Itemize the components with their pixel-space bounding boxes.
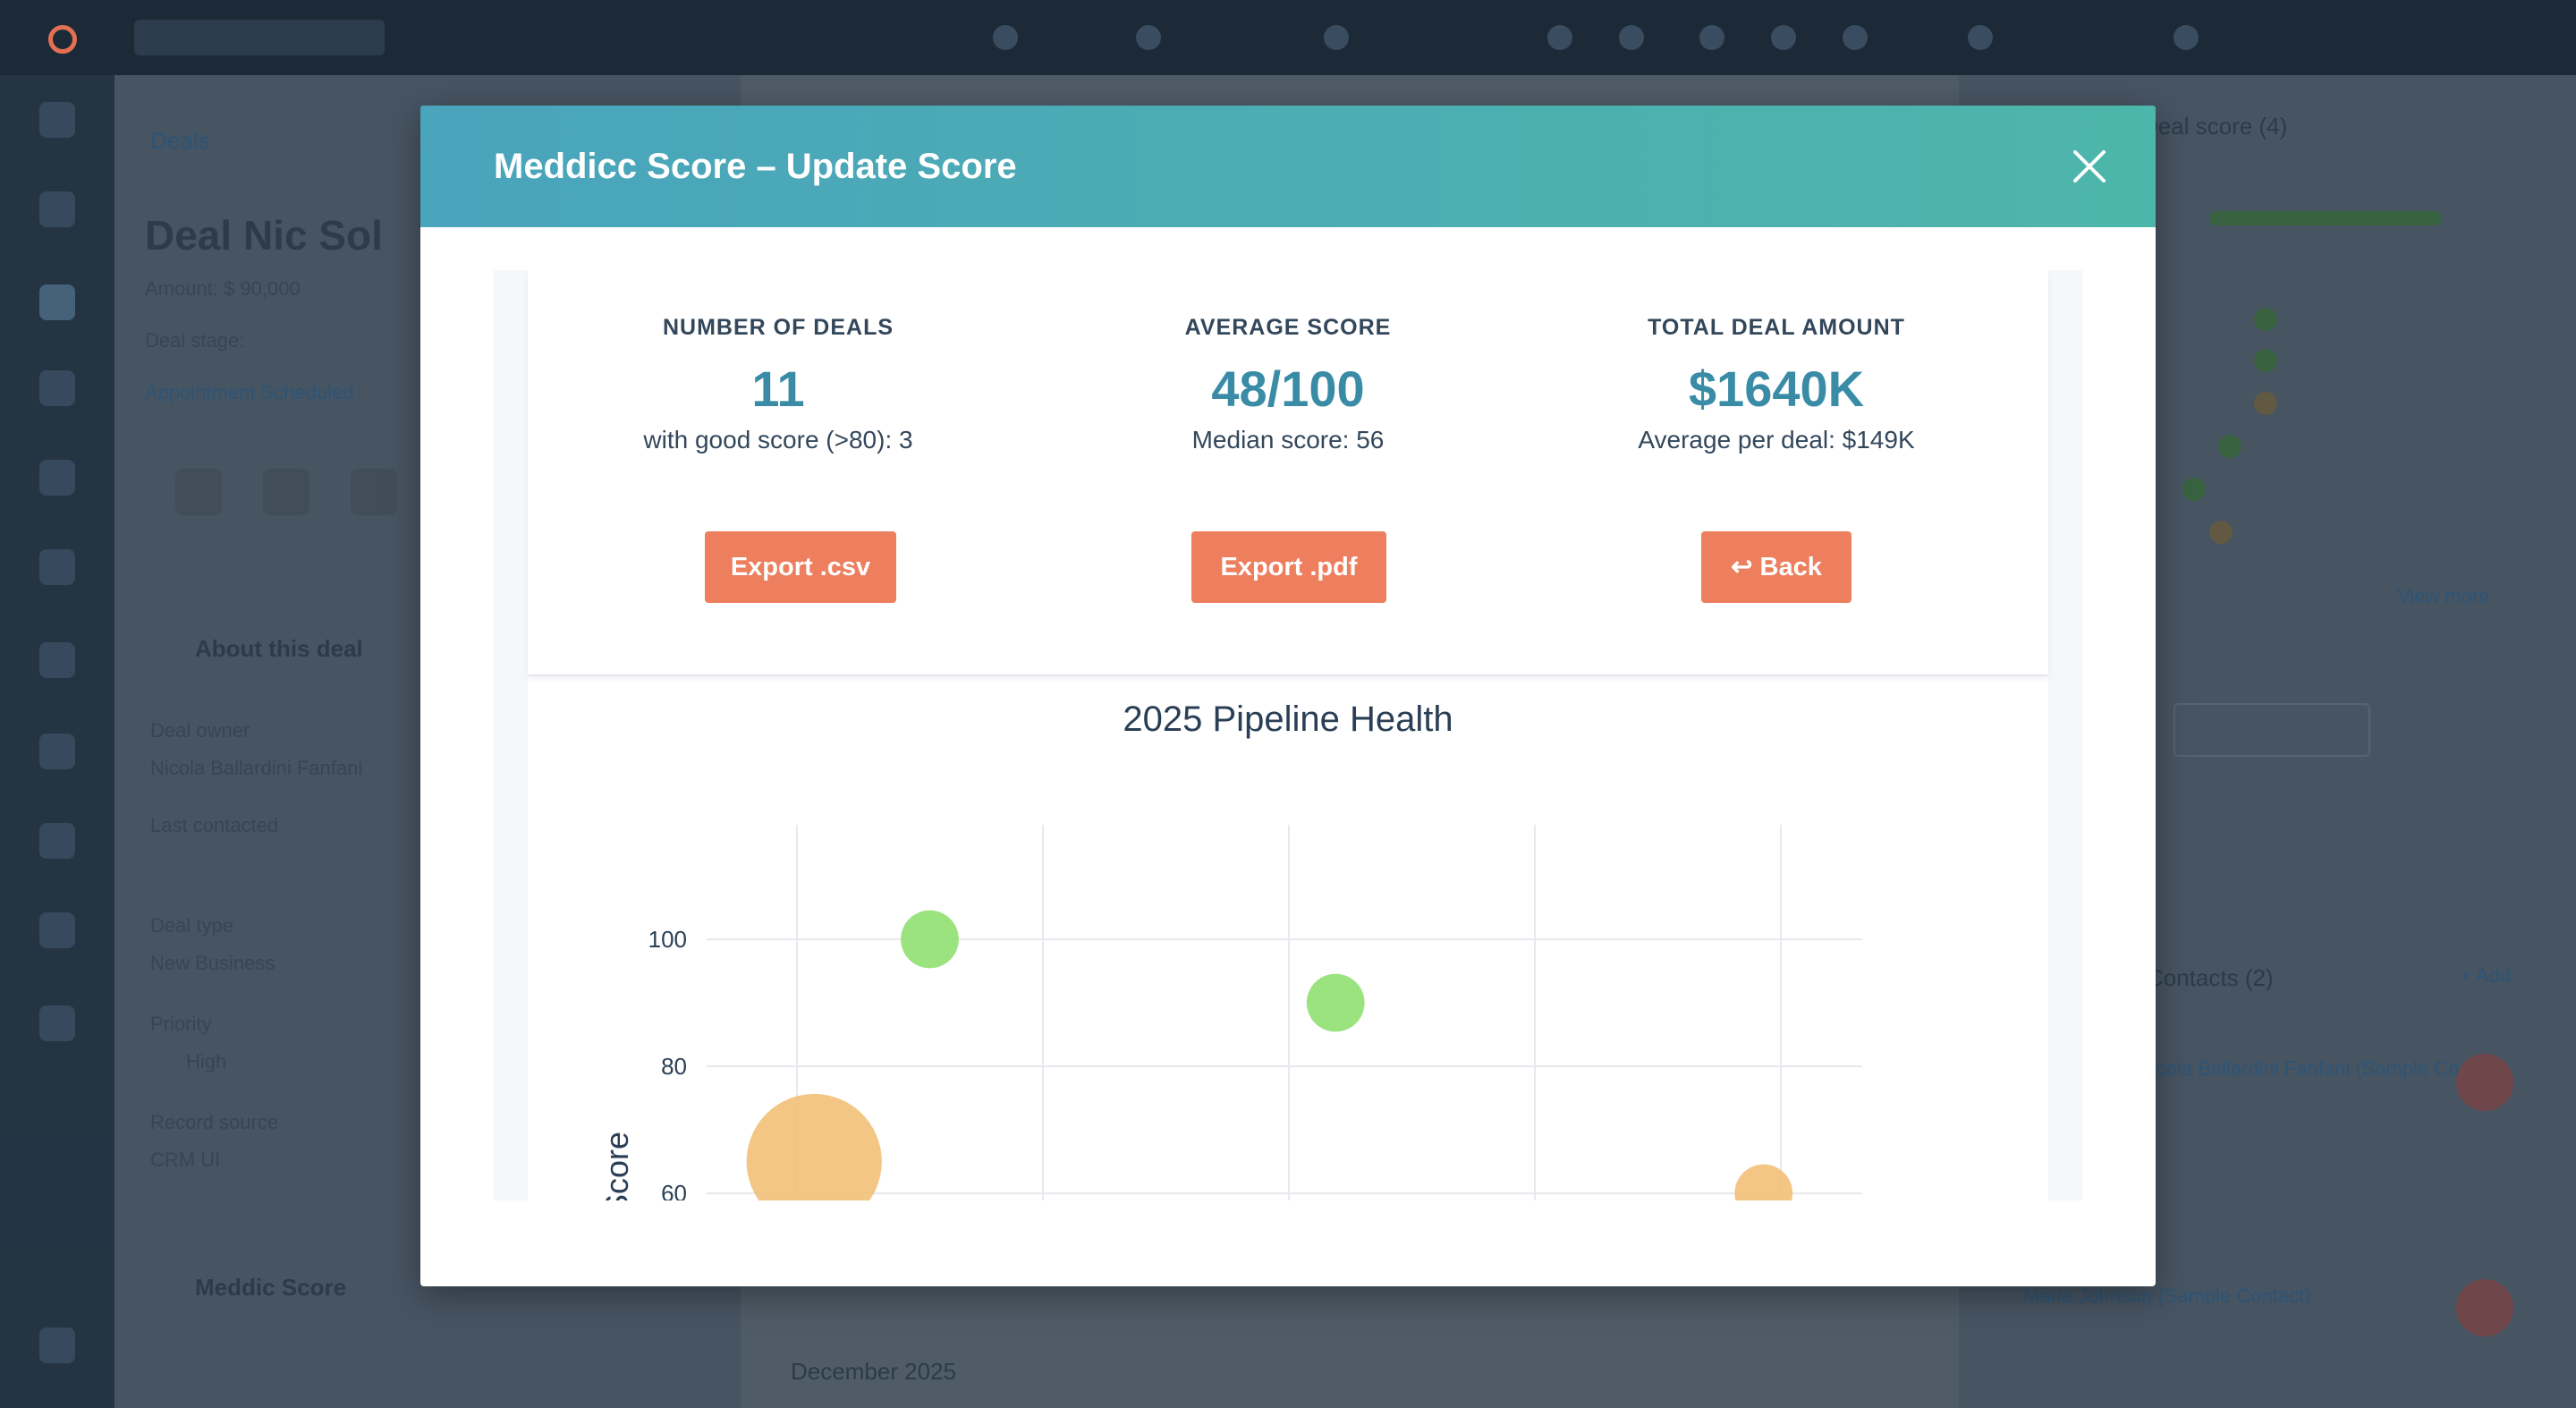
scatter-point	[1306, 973, 1365, 1032]
modal-body[interactable]: NUMBER OF DEALS 11 with good score (>80)…	[494, 270, 2082, 1200]
close-icon	[2073, 150, 2106, 182]
scatter-point	[901, 910, 959, 969]
modal-header: Meddicc Score – Update Score	[420, 106, 2156, 227]
y-tick-label: 80	[661, 1053, 687, 1080]
y-tick-label: 60	[661, 1180, 687, 1200]
y-axis-label: Score	[598, 1132, 635, 1200]
close-button[interactable]	[2066, 143, 2113, 190]
score-content-panel: NUMBER OF DEALS 11 with good score (>80)…	[528, 270, 2048, 1200]
scatter-point	[1734, 1164, 1793, 1200]
scatter-point	[746, 1093, 882, 1200]
meddicc-score-modal: Meddicc Score – Update Score NUMBER OF D…	[420, 106, 2156, 1286]
modal-title: Meddicc Score – Update Score	[494, 147, 1017, 186]
y-tick-label: 100	[648, 926, 687, 953]
pipeline-health-chart: 60 80 100 Score	[598, 825, 1862, 1200]
